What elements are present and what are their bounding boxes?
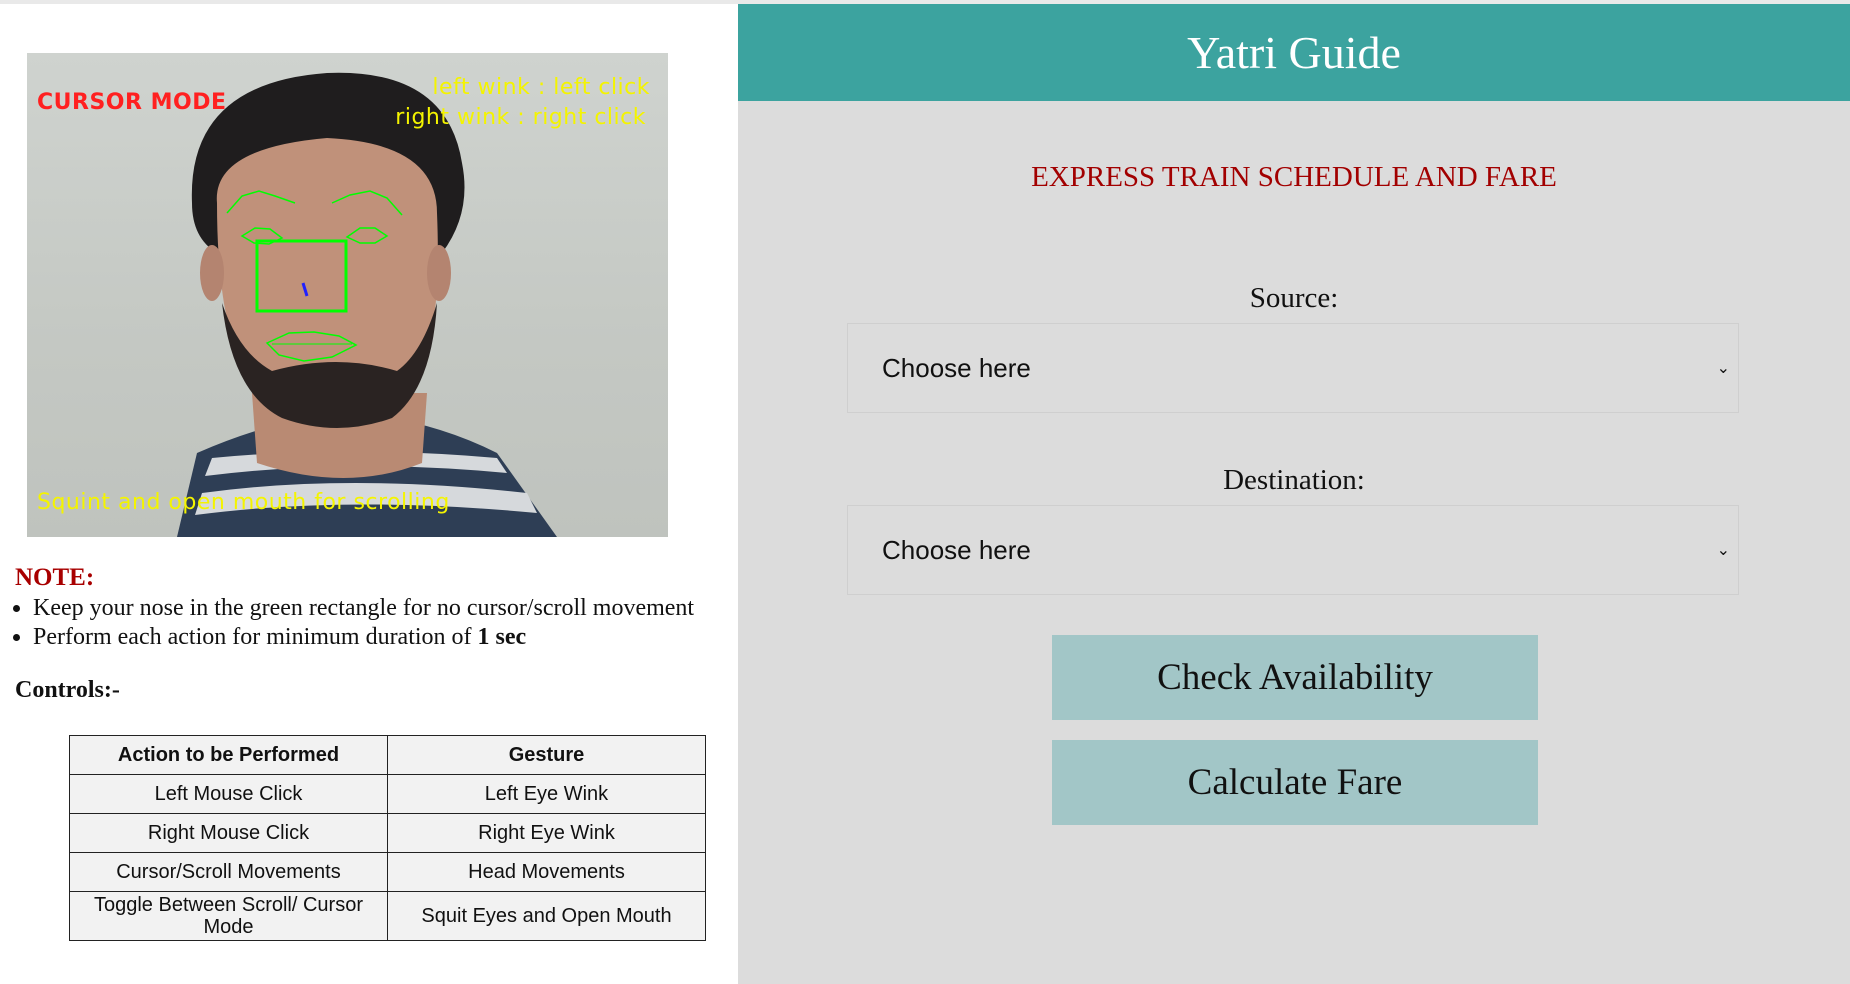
chevron-down-icon: ⌄ bbox=[1716, 542, 1730, 559]
mode-indicator: CURSOR MODE bbox=[37, 90, 227, 115]
table-cell: Left Mouse Click bbox=[69, 774, 388, 814]
right-wink-hint: right wink : right click bbox=[395, 105, 646, 130]
left-wink-hint: left wink : left click bbox=[432, 75, 650, 100]
note-title: NOTE: bbox=[15, 564, 95, 591]
table-row: Cursor/Scroll Movements Head Movements bbox=[69, 852, 706, 892]
chevron-down-icon: ⌄ bbox=[1716, 360, 1730, 377]
source-select[interactable]: Choose here ⌄ bbox=[847, 323, 1739, 413]
table-header-gesture: Gesture bbox=[387, 735, 706, 775]
page-subtitle: EXPRESS TRAIN SCHEDULE AND FARE bbox=[1031, 161, 1557, 193]
table-header-row: Action to be Performed Gesture bbox=[69, 735, 706, 775]
note-item: Perform each action for minimum duration… bbox=[33, 623, 694, 652]
destination-select[interactable]: Choose here ⌄ bbox=[847, 505, 1739, 595]
source-label: Source: bbox=[1249, 282, 1339, 314]
app-header: Yatri Guide bbox=[738, 4, 1850, 101]
gesture-panel: CURSOR MODE left wink : left click right… bbox=[0, 4, 738, 984]
train-app-panel: Yatri Guide EXPRESS TRAIN SCHEDULE AND F… bbox=[738, 4, 1850, 984]
controls-title: Controls:- bbox=[15, 677, 120, 703]
check-availability-button[interactable]: Check Availability bbox=[1052, 635, 1538, 720]
table-row: Right Mouse Click Right Eye Wink bbox=[69, 813, 706, 853]
note-item-text: Perform each action for minimum duration… bbox=[33, 624, 478, 650]
table-cell: Head Movements bbox=[387, 852, 706, 892]
app-title: Yatri Guide bbox=[1187, 27, 1401, 78]
table-cell: Toggle Between Scroll/ Cursor Mode bbox=[69, 891, 388, 941]
destination-select-value: Choose here bbox=[882, 534, 1031, 565]
table-cell: Cursor/Scroll Movements bbox=[69, 852, 388, 892]
table-cell: Squit Eyes and Open Mouth bbox=[387, 891, 706, 941]
note-list: Keep your nose in the green rectangle fo… bbox=[15, 594, 694, 652]
scroll-hint: Squint and open mouth for scrolling bbox=[37, 490, 450, 515]
note-item: Keep your nose in the green rectangle fo… bbox=[33, 594, 694, 623]
calculate-fare-button[interactable]: Calculate Fare bbox=[1052, 740, 1538, 825]
table-header-action: Action to be Performed bbox=[69, 735, 388, 775]
table-row: Left Mouse Click Left Eye Wink bbox=[69, 774, 706, 814]
table-cell: Right Eye Wink bbox=[387, 813, 706, 853]
source-select-value: Choose here bbox=[882, 352, 1031, 383]
destination-label: Destination: bbox=[1223, 464, 1365, 496]
table-cell: Left Eye Wink bbox=[387, 774, 706, 814]
controls-table: Action to be Performed Gesture Left Mous… bbox=[69, 735, 706, 941]
note-duration: 1 sec bbox=[477, 624, 527, 650]
table-row: Toggle Between Scroll/ Cursor Mode Squit… bbox=[69, 891, 706, 941]
table-cell: Right Mouse Click bbox=[69, 813, 388, 853]
webcam-feed: CURSOR MODE left wink : left click right… bbox=[27, 53, 668, 537]
